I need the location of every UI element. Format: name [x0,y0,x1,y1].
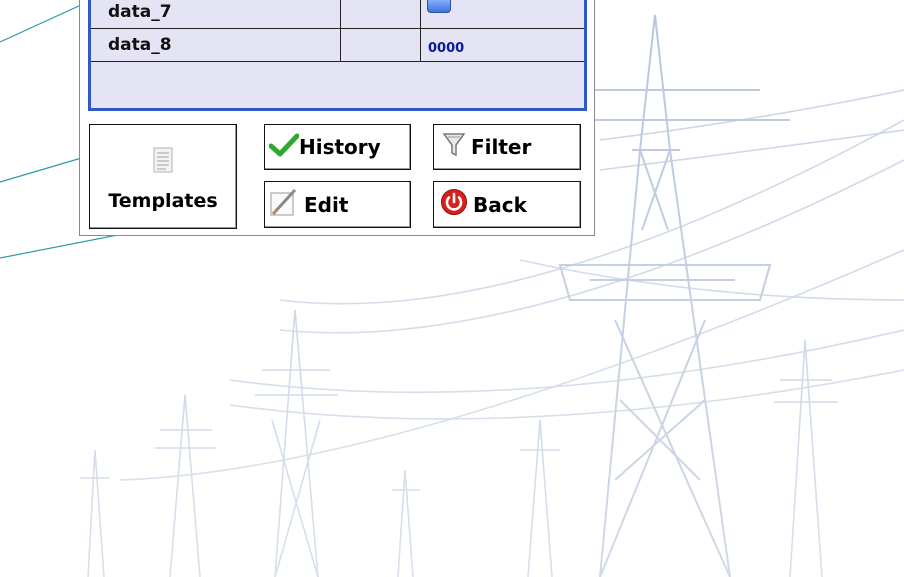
back-button[interactable]: Back [433,181,581,228]
row-name-cell: data_8 [91,29,341,61]
filter-button[interactable]: Filter [433,124,581,170]
power-icon [440,188,468,221]
table-row[interactable]: data_8 0000 [91,29,584,62]
row-name-cell: data_7 [91,0,341,28]
back-label: Back [473,192,527,217]
battery-indicator-icon [427,0,451,13]
templates-label: Templates [108,190,218,212]
row-value-cell [421,0,584,28]
edit-label: Edit [304,192,349,217]
device-panel: data_7 data_8 0000 Templates History Edi… [79,0,595,236]
row-value-cell: 0000 [421,29,584,61]
row-value-text: 0000 [428,41,465,56]
edit-button[interactable]: Edit [264,181,411,228]
history-label: History [299,135,381,159]
data-table: data_7 data_8 0000 [88,0,587,111]
table-row[interactable]: data_7 [91,0,584,29]
row-type-cell [341,0,421,28]
funnel-icon [442,132,466,163]
checkmark-icon [268,133,300,162]
history-button[interactable]: History [264,124,411,170]
pencil-icon [269,187,299,222]
document-icon [153,147,173,178]
filter-label: Filter [471,135,532,159]
templates-button[interactable]: Templates [89,124,237,229]
row-type-cell [341,29,421,61]
